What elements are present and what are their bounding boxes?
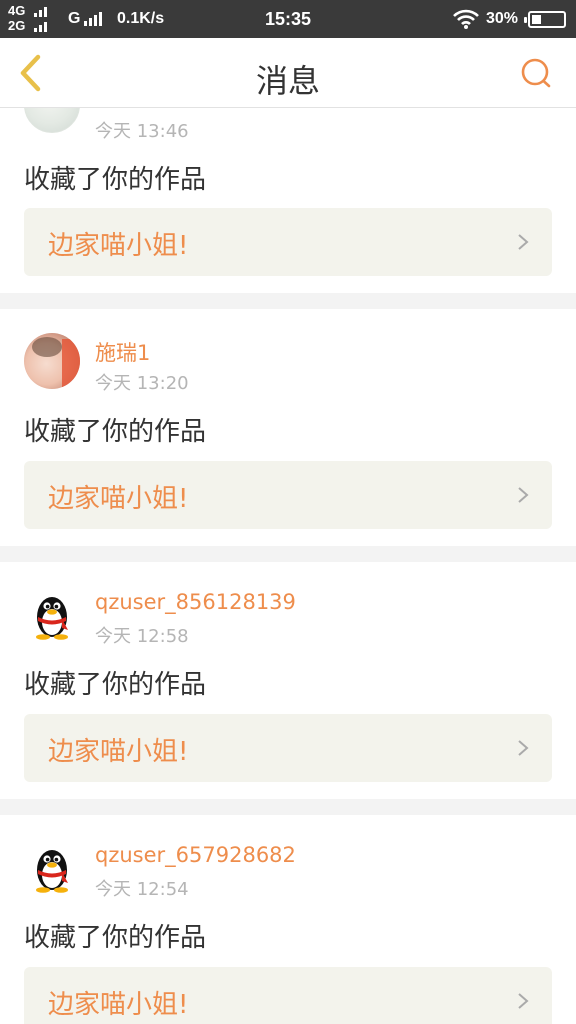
- qq-penguin-icon[interactable]: [24, 839, 80, 895]
- status-bar: 4G 2G G 0.1K/s 15:35 30%: [0, 0, 576, 38]
- message-card: qzuser_856128139 今天 12:58 收藏了你的作品 边家喵小姐!: [0, 562, 576, 799]
- username[interactable]: qzuser_657928682: [95, 843, 296, 867]
- battery-level: [532, 15, 541, 24]
- navigation-bar: 消息: [0, 38, 576, 108]
- work-link[interactable]: 边家喵小姐!: [24, 461, 552, 529]
- chevron-right-icon: [518, 487, 529, 503]
- search-button[interactable]: [518, 56, 554, 92]
- message-card: qzuser_657928682 今天 12:54 收藏了你的作品 边家喵小姐!: [0, 815, 576, 1024]
- user-avatar[interactable]: [24, 108, 80, 133]
- message-action: 收藏了你的作品: [24, 923, 207, 953]
- chevron-right-icon: [518, 993, 529, 1009]
- work-link[interactable]: 边家喵小姐!: [24, 714, 552, 782]
- message-time: 今天 12:54: [95, 879, 189, 900]
- work-title: 边家喵小姐!: [48, 990, 189, 1020]
- username[interactable]: 施瑞1: [95, 337, 150, 367]
- message-card: 施瑞1 今天 13:20 收藏了你的作品 边家喵小姐!: [0, 309, 576, 546]
- message-list[interactable]: 今天 13:46 收藏了你的作品 边家喵小姐! 施瑞1 今天 13:20 收藏了…: [0, 108, 576, 1024]
- message-action: 收藏了你的作品: [24, 670, 207, 700]
- message-action: 收藏了你的作品: [24, 165, 207, 195]
- message-action: 收藏了你的作品: [24, 417, 207, 447]
- chevron-right-icon: [518, 234, 529, 250]
- page-title: 消息: [255, 62, 320, 100]
- work-link[interactable]: 边家喵小姐!: [24, 208, 552, 276]
- wifi-icon: [453, 9, 479, 29]
- battery-percent: 30%: [486, 10, 519, 27]
- battery-icon: [524, 11, 566, 28]
- message-time: 今天 13:20: [95, 373, 189, 394]
- chevron-right-icon: [518, 740, 529, 756]
- work-title: 边家喵小姐!: [48, 484, 189, 514]
- message-card: 今天 13:46 收藏了你的作品 边家喵小姐!: [0, 108, 576, 293]
- qq-penguin-icon[interactable]: [24, 586, 80, 642]
- message-time: 今天 13:46: [95, 121, 189, 142]
- work-title: 边家喵小姐!: [48, 737, 189, 767]
- username[interactable]: qzuser_856128139: [95, 590, 296, 614]
- work-title: 边家喵小姐!: [48, 231, 189, 261]
- message-time: 今天 12:58: [95, 626, 189, 647]
- user-avatar[interactable]: [24, 333, 80, 389]
- work-link[interactable]: 边家喵小姐!: [24, 967, 552, 1024]
